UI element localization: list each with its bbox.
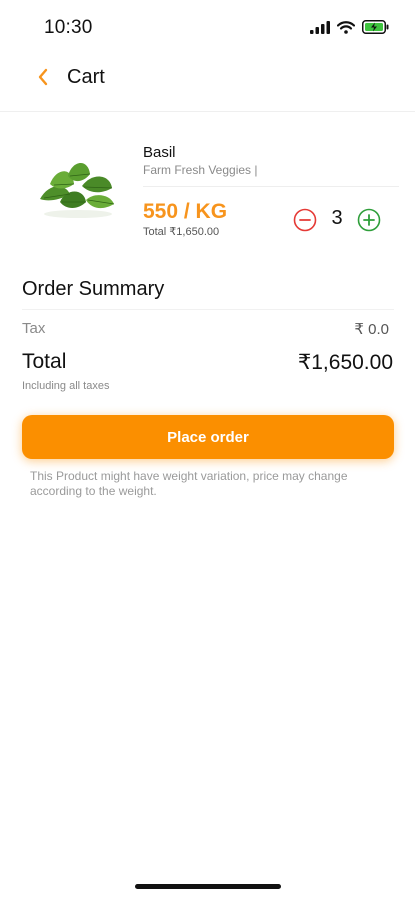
item-divider	[143, 186, 399, 187]
summary-divider	[22, 309, 394, 310]
back-button[interactable]	[30, 64, 56, 90]
increase-quantity-button[interactable]	[357, 208, 381, 232]
quantity-value: 3	[331, 207, 343, 229]
battery-charging-icon	[362, 20, 389, 39]
weight-disclaimer: This Product might have weight variation…	[30, 469, 348, 498]
decrease-quantity-button[interactable]	[293, 208, 317, 232]
product-vendor: Farm Fresh Veggies |	[143, 163, 258, 177]
home-indicator	[135, 884, 281, 889]
plus-circle-icon	[357, 208, 381, 232]
chevron-left-icon	[38, 68, 48, 86]
status-time: 10:30	[44, 17, 93, 38]
place-order-button[interactable]: Place order	[22, 415, 394, 459]
signal-icon	[310, 20, 330, 39]
basil-leaves-image	[40, 162, 115, 218]
tax-value: ₹ 0.0	[354, 321, 389, 338]
status-bar: 10:30	[0, 0, 415, 54]
wifi-icon	[336, 20, 356, 39]
product-total: Total ₹1,650.00	[143, 226, 220, 238]
tax-label: Tax	[22, 320, 46, 337]
product-name: Basil	[143, 144, 176, 161]
product-image	[30, 154, 120, 224]
page-title: Cart	[67, 66, 105, 88]
total-note: Including all taxes	[22, 380, 110, 392]
order-summary-title: Order Summary	[22, 278, 165, 300]
product-price: 550 / KG	[143, 200, 228, 223]
total-label: Total	[22, 350, 67, 373]
total-value: ₹1,650.00	[297, 351, 393, 374]
top-nav: Cart	[0, 56, 415, 112]
cart-item: Basil Farm Fresh Veggies | 550 / KG Tota…	[0, 130, 415, 250]
status-icons	[310, 20, 389, 39]
minus-circle-icon	[293, 208, 317, 232]
